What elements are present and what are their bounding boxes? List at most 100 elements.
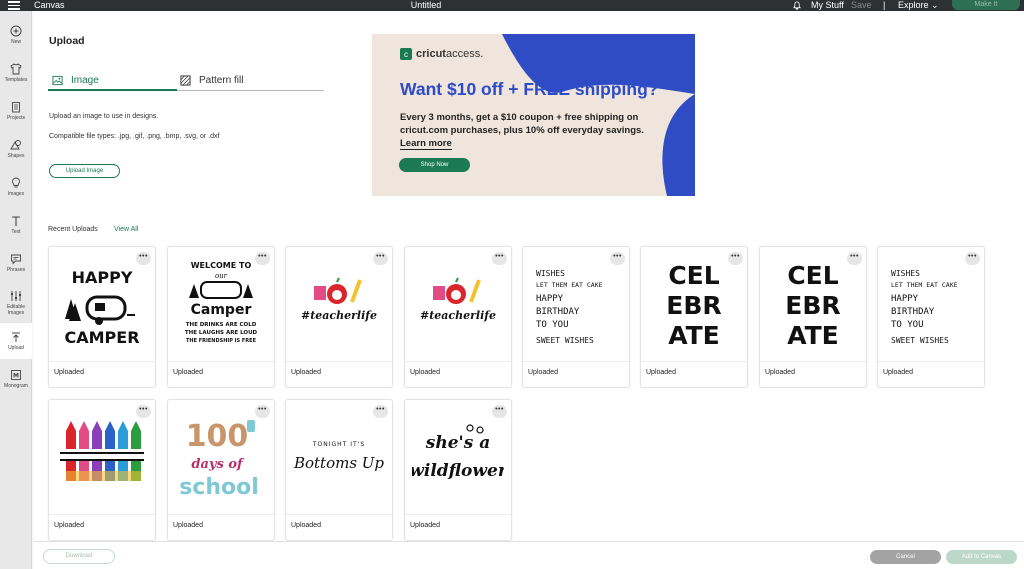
upload-image-button[interactable]: Upload Image [49,164,120,178]
top-bar: Canvas Untitled My Stuff Save | Explore … [0,0,1024,11]
download-button[interactable]: Download [43,549,115,564]
tab-pattern-fill[interactable]: Pattern fill [180,69,243,91]
upload-status: Uploaded [410,522,440,529]
celebrate-artwork: CEL EBR ATE [666,261,721,350]
ad-body: Every 3 months, get a $10 coupon + free … [400,112,644,136]
bottoms-up-artwork: TONIGHT IT'S Bottoms Up [293,441,384,472]
design-text: EBR [666,291,721,320]
upload-card[interactable]: TONIGHT IT'S Bottoms Up ••• Uploaded [285,399,393,541]
cricut-access-ad[interactable]: c cricut access. Want $10 off + FREE ship… [372,34,695,196]
design-text: TO YOU [891,320,924,330]
divider [760,361,866,362]
more-options-button[interactable]: ••• [492,252,507,265]
more-options-button[interactable]: ••• [610,252,625,265]
sidebar-item-label: Projects [6,115,26,121]
upload-status: Uploaded [291,522,321,529]
more-options-button[interactable]: ••• [136,405,151,418]
shop-now-button[interactable]: Shop Now [399,158,470,172]
design-text: SWEET WISHES [536,336,594,345]
design-text: HAPPY [536,294,564,304]
upload-status: Uploaded [528,369,558,376]
bell-icon[interactable] [792,1,802,10]
editable-images-icon [11,291,21,301]
upload-card[interactable]: CEL EBR ATE ••• Uploaded [759,246,867,388]
view-all-link[interactable]: View All [114,226,138,233]
design-text: 100 [186,419,249,454]
design-text: THE FRIENDSHIP IS FREE [186,338,257,344]
more-options-button[interactable]: ••• [255,252,270,265]
sidebar-item-upload[interactable]: Upload [0,323,32,359]
design-text: #teacherlife [420,309,496,322]
upload-card[interactable]: she's a wildflower ••• Uploaded [404,399,512,541]
design-text: THE DRINKS ARE COLD [186,322,257,328]
birthday-wishes-artwork: WISHES LET THEM EAT CAKE HAPPY BIRTHDAY … [536,269,603,345]
sidebar-item-text[interactable]: Text [0,207,32,243]
sidebar-item-images[interactable]: Images [0,169,32,205]
speech-bubble-icon [11,254,21,265]
upload-status: Uploaded [410,369,440,376]
sidebar-item-shapes[interactable]: Shapes [0,131,32,167]
sidebar-item-editable-images[interactable]: Editable Images [0,283,32,323]
more-options-button[interactable]: ••• [373,405,388,418]
more-options-button[interactable]: ••• [373,252,388,265]
left-sidebar: New Templates Projects Shapes Images Tex… [0,11,32,569]
design-text: WISHES [536,269,565,278]
chevron-down-icon: ⌄ [931,0,939,10]
upload-card[interactable]: #teacherlife ••• Uploaded [404,246,512,388]
recent-uploads-heading: Recent Uploads [48,226,98,233]
upload-card[interactable]: 100 days of school ••• Uploaded [167,399,275,541]
more-options-button[interactable]: ••• [492,405,507,418]
design-text: HAPPY [72,268,133,287]
sidebar-item-projects[interactable]: Projects [0,93,32,129]
design-text: WELCOME TO [191,261,252,270]
explore-label: Explore [898,0,929,10]
upload-status: Uploaded [765,369,795,376]
explore-menu[interactable]: Explore ⌄ [898,0,939,11]
design-text: CEL [787,261,838,290]
sidebar-item-templates[interactable]: Templates [0,55,32,91]
make-it-button[interactable]: Make It [952,0,1020,10]
divider [168,514,274,515]
design-text: school [179,475,259,500]
brand-name: cricut [416,48,446,60]
more-options-button[interactable]: ••• [965,252,980,265]
more-options-button[interactable]: ••• [847,252,862,265]
sidebar-item-phrases[interactable]: Phrases [0,245,32,281]
upload-card[interactable]: CEL EBR ATE ••• Uploaded [640,246,748,388]
design-text: LET THEM EAT CAKE [536,281,603,289]
teacherlife-artwork: #teacherlife [301,277,377,322]
more-options-button[interactable]: ••• [728,252,743,265]
my-stuff-link[interactable]: My Stuff [811,0,844,11]
upload-card[interactable]: HAPPY CAMPER ••• Uploaded [48,246,156,388]
divider [405,361,511,362]
tab-image[interactable]: Image [52,69,99,91]
learn-more-link[interactable]: Learn more [400,138,452,150]
wildflower-artwork: she's a wildflower [412,424,504,481]
upload-card[interactable]: #teacherlife ••• Uploaded [285,246,393,388]
divider [641,361,747,362]
more-options-button[interactable]: ••• [255,405,270,418]
sidebar-item-label: Phrases [6,267,26,273]
document-title[interactable]: Untitled [0,0,852,11]
sidebar-item-label: Templates [4,77,28,83]
upload-card[interactable]: WISHES LET THEM EAT CAKE HAPPY BIRTHDAY … [877,246,985,388]
birthday-wishes-artwork: WISHES LET THEM EAT CAKE HAPPY BIRTHDAY … [891,269,958,345]
sidebar-item-monogram[interactable]: M Monogram [0,361,32,397]
design-text: wildflower [412,461,504,481]
upload-status: Uploaded [173,369,203,376]
design-text: ATE [668,321,720,350]
welcome-camper-artwork: WELCOME TO our Camper THE DRINKS ARE COL… [185,261,258,344]
save-button[interactable]: Save [851,0,872,11]
upload-card[interactable]: ••• Uploaded [48,399,156,541]
sidebar-item-new[interactable]: New [0,17,32,53]
more-options-button[interactable]: ••• [136,252,151,265]
upload-card[interactable]: WELCOME TO our Camper THE DRINKS ARE COL… [167,246,275,388]
upload-status: Uploaded [883,369,913,376]
upload-card[interactable]: WISHES LET THEM EAT CAKE HAPPY BIRTHDAY … [522,246,630,388]
design-text: #teacherlife [301,309,377,322]
ad-headline: Want $10 off + FREE shipping? [400,79,659,99]
add-to-canvas-button[interactable]: Add to Canvas [946,550,1017,564]
sidebar-item-label: Monogram [4,383,28,389]
cancel-button[interactable]: Cancel [870,550,941,564]
100-days-artwork: 100 days of school [179,419,259,500]
